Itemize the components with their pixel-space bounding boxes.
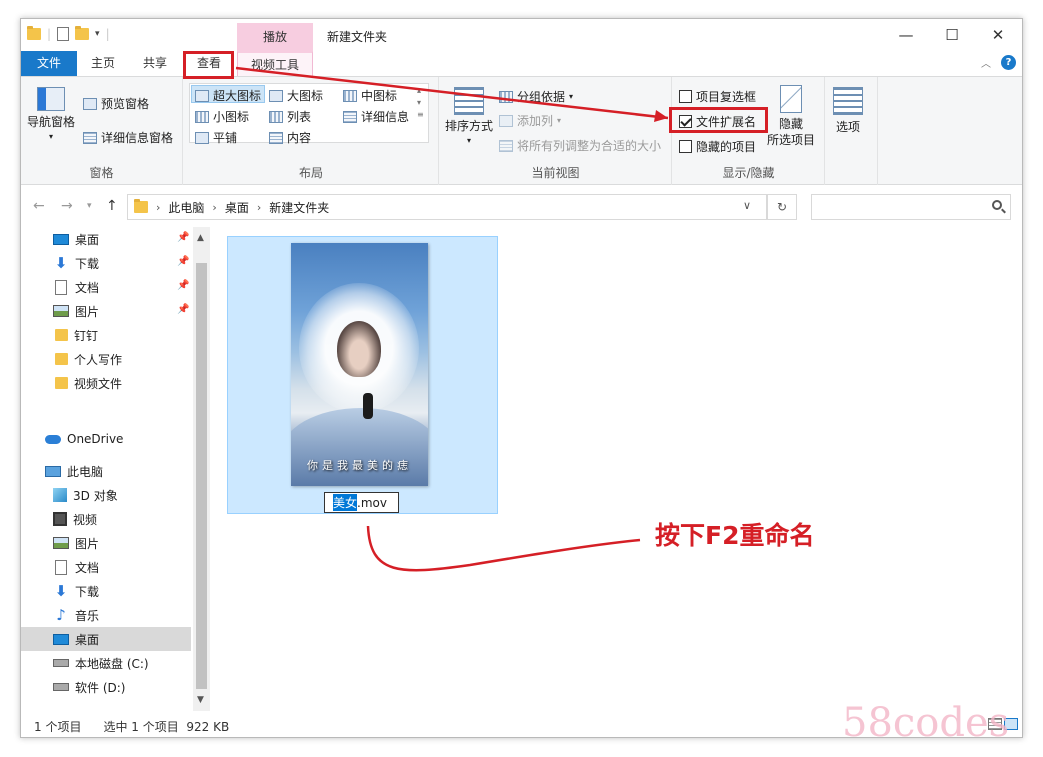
annotation-arrowhead [654, 110, 668, 122]
annotation-line [235, 66, 669, 120]
watermark: 58codes [842, 700, 1010, 746]
annotation-curve [366, 525, 641, 572]
annotation-text: 按下F2重命名 [655, 521, 815, 550]
annotation-arrows [235, 66, 669, 572]
